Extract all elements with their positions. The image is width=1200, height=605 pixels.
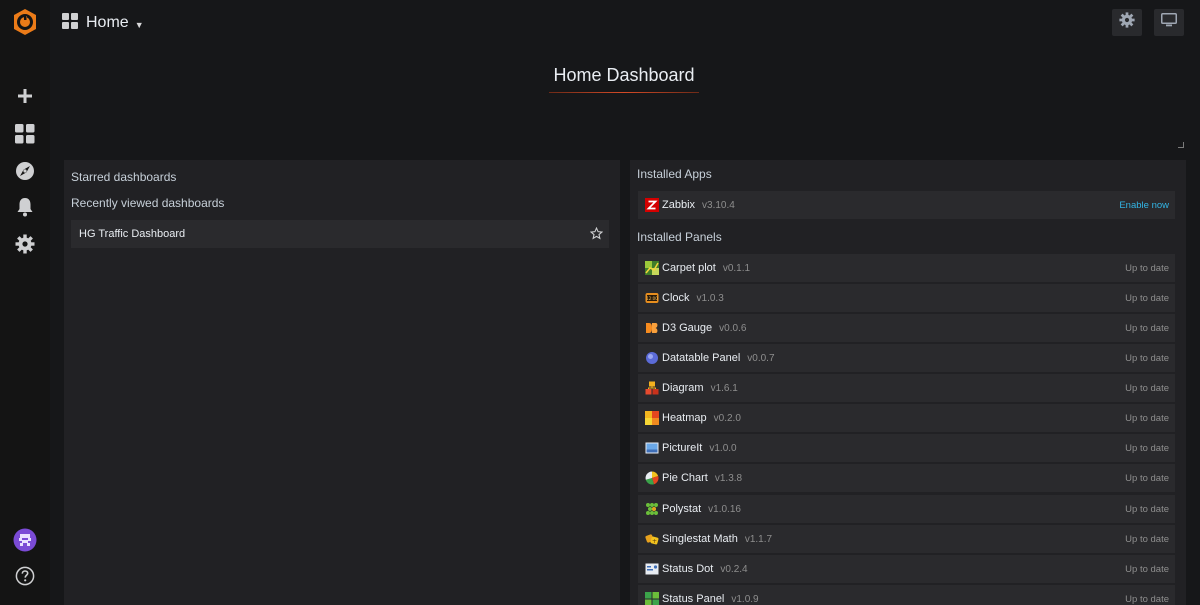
tv-mode-button[interactable] [1154, 9, 1184, 36]
plugin-version: v1.1.7 [744, 533, 773, 545]
pie-chart-icon [645, 471, 659, 485]
zabbix-icon [645, 198, 659, 212]
top-navbar: Home ▼ [50, 0, 1200, 46]
panel-row[interactable]: + Singlestat Math v1.1.7 Up to date [638, 525, 1175, 553]
panel-row[interactable]: PictureIt v1.0.0 Up to date [638, 434, 1175, 462]
explore-compass-icon[interactable] [11, 157, 39, 185]
update-status: Up to date [1125, 442, 1169, 454]
plugin-version: v3.10.4 [702, 199, 735, 211]
plugin-name: Status Panel [662, 593, 725, 605]
plugin-name: Heatmap [662, 412, 707, 424]
plugin-version: v0.2.0 [713, 412, 741, 424]
plugin-name: PictureIt [662, 442, 703, 454]
installed-panels-heading: Installed Panels [637, 230, 722, 244]
enable-now-link[interactable]: Enable now [1119, 200, 1169, 211]
page-title: Home Dashboard [553, 65, 695, 85]
update-status: Up to date [1125, 503, 1169, 515]
resize-handle-icon[interactable] [1178, 142, 1184, 148]
dashboard-link[interactable]: HG Traffic Dashboard [79, 228, 185, 240]
plugin-version: v0.1.1 [722, 262, 751, 274]
plugin-name: Polystat [662, 503, 702, 515]
plugin-name: Pie Chart [662, 472, 708, 484]
d3-gauge-icon [645, 321, 659, 335]
update-status: Up to date [1125, 382, 1169, 394]
create-plus-icon[interactable] [11, 82, 39, 110]
update-status: Up to date [1125, 412, 1169, 424]
dashboard-settings-button[interactable] [1112, 9, 1142, 36]
plugin-version: v1.6.1 [710, 382, 738, 394]
update-status: Up to date [1125, 533, 1169, 545]
clock-icon: 12:00 [645, 291, 659, 305]
pictureit-icon [645, 441, 659, 455]
monitor-icon [1161, 13, 1177, 32]
starred-dashboards-heading: Starred dashboards [71, 170, 177, 184]
plugin-name: Singlestat Math [662, 533, 738, 545]
plugin-version: v0.2.4 [720, 563, 748, 575]
dashboards-grid-icon[interactable] [11, 120, 39, 148]
plugin-name: Clock [662, 292, 690, 304]
update-status: Up to date [1125, 563, 1169, 575]
panel-row[interactable]: Polystat v1.0.16 Up to date [638, 495, 1175, 523]
plugin-version: v1.0.0 [709, 442, 737, 454]
plugin-version: v0.0.7 [747, 352, 775, 364]
datatable-icon [645, 351, 659, 365]
plugin-name: Diagram [662, 382, 704, 394]
update-status: Up to date [1125, 352, 1169, 364]
plugin-version: v0.0.6 [719, 322, 747, 334]
plugin-version: v1.3.8 [714, 472, 743, 484]
plugin-name: Carpet plot [662, 262, 716, 274]
panel-row[interactable]: Status Dot v0.2.4 Up to date [638, 555, 1175, 583]
plugin-version: v1.0.16 [708, 503, 741, 515]
status-panel-icon [645, 592, 659, 605]
diagram-icon [645, 381, 659, 395]
update-status: Up to date [1125, 262, 1169, 274]
dashboard-list-panel: Starred dashboards Recently viewed dashb… [64, 160, 620, 605]
plugin-name: D3 Gauge [662, 322, 713, 334]
recent-dashboard-row[interactable]: HG Traffic Dashboard [71, 220, 609, 248]
title-underline [549, 92, 699, 93]
alerting-bell-icon[interactable] [11, 193, 39, 221]
singlestat-math-icon: + [645, 532, 659, 546]
user-avatar-icon[interactable] [11, 526, 39, 554]
panel-row[interactable]: Diagram v1.6.1 Up to date [638, 374, 1175, 402]
configuration-gear-icon[interactable] [11, 230, 39, 258]
plugin-name: Zabbix [662, 199, 696, 211]
polystat-icon [645, 502, 659, 516]
panel-row[interactable]: D3 Gauge v0.0.6 Up to date [638, 314, 1175, 342]
status-dot-icon [645, 562, 659, 576]
panel-row[interactable]: Datatable Panel v0.0.7 Up to date [638, 344, 1175, 372]
plugin-version: v1.0.3 [696, 292, 724, 304]
recent-dashboards-heading: Recently viewed dashboards [71, 196, 225, 210]
plugin-name: Datatable Panel [662, 352, 741, 364]
plugin-name: Status Dot [662, 563, 714, 575]
update-status: Up to date [1125, 322, 1169, 334]
update-status: Up to date [1125, 593, 1169, 605]
svg-text:12:00: 12:00 [646, 296, 658, 301]
dashboard-picker[interactable]: Home ▼ [62, 12, 144, 34]
heatmap-icon [645, 411, 659, 425]
dashboard-grid-icon [62, 12, 78, 34]
dashboard-title: Home [86, 14, 129, 31]
plugin-list-panel: Installed Apps Zabbix v3.10.4 Enable now… [630, 160, 1186, 605]
chevron-down-icon: ▼ [134, 19, 144, 30]
panel-row[interactable]: Pie Chart v1.3.8 Up to date [638, 464, 1175, 492]
gear-icon [1119, 12, 1135, 33]
panel-row[interactable]: Carpet plot v0.1.1 Up to date [638, 254, 1175, 282]
update-status: Up to date [1125, 472, 1169, 484]
app-row-zabbix[interactable]: Zabbix v3.10.4 Enable now [638, 191, 1175, 219]
panel-row[interactable]: 12:00 Clock v1.0.3 Up to date [638, 284, 1175, 312]
panel-row[interactable]: Status Panel v1.0.9 Up to date [638, 585, 1175, 605]
help-question-icon[interactable] [11, 562, 39, 590]
plugin-version: v1.0.9 [731, 593, 759, 605]
carpet-plot-icon [645, 261, 659, 275]
panel-row[interactable]: Heatmap v0.2.0 Up to date [638, 404, 1175, 432]
svg-text:+: + [652, 538, 657, 545]
grafana-logo-icon[interactable] [11, 8, 39, 36]
star-icon[interactable] [589, 226, 604, 240]
sidebar [0, 0, 50, 605]
update-status: Up to date [1125, 292, 1169, 304]
installed-apps-heading: Installed Apps [637, 167, 712, 181]
